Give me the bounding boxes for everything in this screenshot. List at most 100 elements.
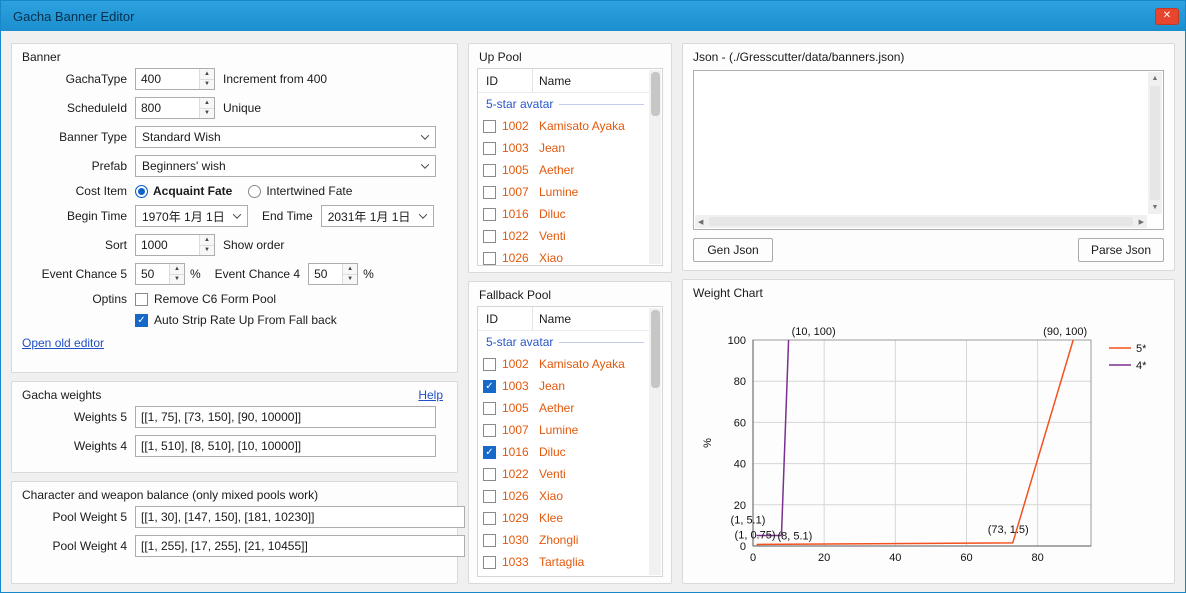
row-checkbox[interactable] [483,556,496,569]
name-column-header[interactable]: Name [533,307,571,330]
begin-time-picker[interactable]: 1970年 1月 1日 [135,205,248,227]
pool-row[interactable]: 1030Zhongli [478,529,662,551]
pool-row[interactable]: 1035Qiqi [478,573,662,577]
remove-c6-checkbox[interactable] [135,293,148,306]
event-chance-5-value: 50 [136,264,169,284]
svg-text:20: 20 [818,552,830,564]
row-checkbox[interactable] [483,358,496,371]
spinner-arrows[interactable]: ▲▼ [199,69,214,89]
name-column-header[interactable]: Name [533,69,571,92]
pool-row[interactable]: 1026Xiao [478,247,662,266]
scroll-down-icon[interactable]: ▼ [1152,204,1159,211]
scroll-up-icon[interactable]: ▲ [1152,75,1159,82]
json-vertical-scrollbar[interactable]: ▲ ▼ [1148,72,1162,214]
row-checkbox[interactable] [483,490,496,503]
row-checkbox[interactable] [483,208,496,221]
acquaint-fate-radio[interactable] [135,185,148,198]
row-name: Lumine [539,185,578,199]
intertwined-fate-radio[interactable] [248,185,261,198]
pool-row[interactable]: 1003Jean [478,137,662,159]
pool-row[interactable]: 1026Xiao [478,485,662,507]
pool-row[interactable]: 1029Klee [478,507,662,529]
pool-row[interactable]: 1005Aether [478,159,662,181]
end-time-picker[interactable]: 2031年 1月 1日 [321,205,434,227]
spin-down-icon[interactable]: ▼ [170,275,184,285]
row-checkbox[interactable] [483,424,496,437]
spinner-arrows[interactable]: ▲▼ [342,264,357,284]
pool-row[interactable]: 1002Kamisato Ayaka [478,353,662,375]
id-column-header[interactable]: ID [478,307,533,330]
pool-group-row: 5-star avatar [478,331,662,353]
pool-weight-4-input[interactable]: [[1, 255], [17, 255], [21, 10455]] [135,535,465,557]
svg-text:20: 20 [734,500,746,512]
row-name: Zhongli [539,533,578,547]
spin-down-icon[interactable]: ▼ [200,246,214,256]
row-checkbox[interactable] [483,230,496,243]
row-checkbox[interactable] [483,120,496,133]
spin-up-icon[interactable]: ▲ [200,235,214,246]
row-checkbox[interactable] [483,468,496,481]
pool-group-label: 5-star avatar [486,97,553,111]
parse-json-button[interactable]: Parse Json [1078,238,1164,262]
pool-row[interactable]: 1033Tartaglia [478,551,662,573]
spin-up-icon[interactable]: ▲ [200,98,214,109]
scheduleid-spinner[interactable]: 800 ▲▼ [135,97,215,119]
id-column-header[interactable]: ID [478,69,533,92]
spinner-arrows[interactable]: ▲▼ [199,235,214,255]
spin-up-icon[interactable]: ▲ [170,264,184,275]
json-horizontal-scrollbar[interactable]: ◀ ▶ [695,215,1147,228]
event-chance-5-spinner[interactable]: 50 ▲▼ [135,263,185,285]
pool-row[interactable]: 1016Diluc [478,441,662,463]
scroll-right-icon[interactable]: ▶ [1139,218,1144,226]
help-link[interactable]: Help [418,388,443,402]
sort-spinner[interactable]: 1000 ▲▼ [135,234,215,256]
row-checkbox[interactable] [483,380,496,393]
up-pool-scrollbar[interactable] [649,70,661,264]
row-checkbox[interactable] [483,252,496,265]
json-textarea[interactable]: ▲ ▼ ◀ ▶ [693,70,1164,230]
prefab-select[interactable]: Beginners' wish [135,155,436,177]
weights-4-input[interactable]: [[1, 510], [8, 510], [10, 10000]] [135,435,436,457]
pool-row[interactable]: 1007Lumine [478,181,662,203]
row-checkbox[interactable] [483,164,496,177]
spin-down-icon[interactable]: ▼ [343,275,357,285]
row-checkbox[interactable] [483,512,496,525]
row-checkbox[interactable] [483,534,496,547]
spinner-arrows[interactable]: ▲▼ [169,264,184,284]
open-old-editor-link[interactable]: Open old editor [22,336,104,350]
pool-row[interactable]: 1003Jean [478,375,662,397]
fallback-pool-scrollbar[interactable] [649,308,661,575]
row-checkbox[interactable] [483,446,496,459]
svg-text:(1, 5.1): (1, 5.1) [731,514,766,526]
banner-type-select[interactable]: Standard Wish [135,126,436,148]
spin-up-icon[interactable]: ▲ [343,264,357,275]
spin-down-icon[interactable]: ▼ [200,109,214,119]
auto-strip-checkbox[interactable] [135,314,148,327]
pool-row[interactable]: 1005Aether [478,397,662,419]
scrollbar-thumb[interactable] [651,72,660,116]
balance-group: Character and weapon balance (only mixed… [11,481,458,584]
gen-json-button[interactable]: Gen Json [693,238,773,262]
pool-row[interactable]: 1016Diluc [478,203,662,225]
fallback-pool-group: Fallback Pool ID Name 5-star avatar 1002… [468,281,672,584]
pool-weight-5-input[interactable]: [[1, 30], [147, 150], [181, 10230]] [135,506,465,528]
scrollbar-track[interactable] [709,217,1133,226]
scroll-left-icon[interactable]: ◀ [698,218,703,226]
pool-row[interactable]: 1007Lumine [478,419,662,441]
spin-down-icon[interactable]: ▼ [200,80,214,90]
event-chance-4-spinner[interactable]: 50 ▲▼ [308,263,358,285]
scrollbar-track[interactable] [1150,86,1160,200]
row-checkbox[interactable] [483,402,496,415]
gachatype-spinner[interactable]: 400 ▲▼ [135,68,215,90]
weights-5-input[interactable]: [[1, 75], [73, 150], [90, 10000]] [135,406,436,428]
pool-row[interactable]: 1002Kamisato Ayaka [478,115,662,137]
scrollbar-thumb[interactable] [651,310,660,388]
row-checkbox[interactable] [483,186,496,199]
close-button[interactable]: ✕ [1155,8,1179,25]
svg-text:0: 0 [750,552,756,564]
spinner-arrows[interactable]: ▲▼ [199,98,214,118]
pool-row[interactable]: 1022Venti [478,463,662,485]
row-checkbox[interactable] [483,142,496,155]
spin-up-icon[interactable]: ▲ [200,69,214,80]
pool-row[interactable]: 1022Venti [478,225,662,247]
